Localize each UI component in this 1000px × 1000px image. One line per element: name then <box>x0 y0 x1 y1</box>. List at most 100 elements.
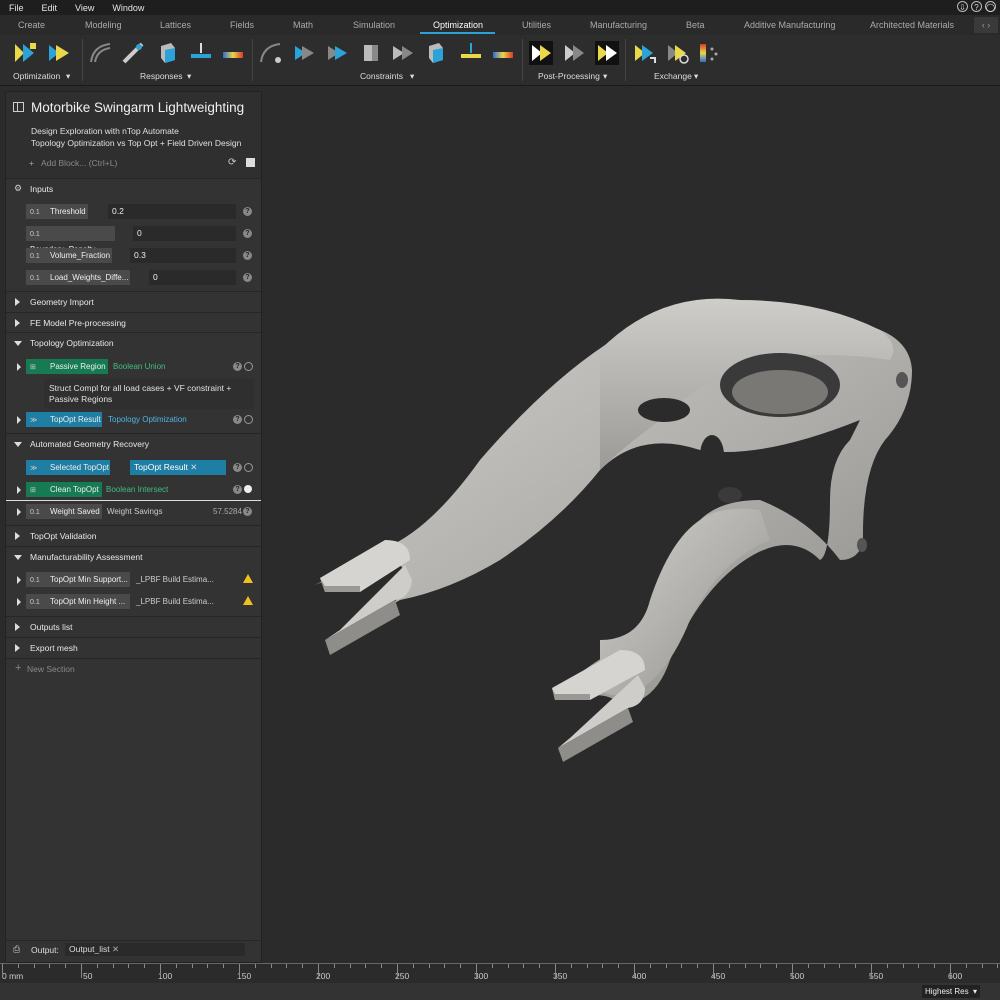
add-block-button[interactable]: Add Block... (Ctrl+L) <box>41 158 117 168</box>
section-manufacturability[interactable]: Manufacturability Assessment <box>6 546 261 567</box>
visibility-toggle[interactable] <box>244 415 253 424</box>
group-constraints[interactable]: Constraints <box>360 71 403 81</box>
help-icon[interactable]: ? <box>233 485 242 494</box>
constraint-design-icon[interactable] <box>292 40 318 66</box>
boundary-penalty-input[interactable]: 0 <box>133 226 236 241</box>
postprocess-field-icon[interactable] <box>594 40 620 66</box>
new-section-button[interactable]: + New Section <box>6 658 261 679</box>
displacement-icon[interactable] <box>120 40 146 66</box>
section-export-mesh[interactable]: Export mesh <box>6 637 261 658</box>
tab-scroll-icon[interactable]: ‹ › <box>974 17 998 33</box>
menu-edit[interactable]: Edit <box>33 3 67 13</box>
add-icon[interactable]: + <box>29 158 34 168</box>
section-automated-geometry-recovery[interactable]: Automated Geometry Recovery <box>6 433 261 454</box>
constraint-symmetry-icon[interactable] <box>390 40 416 66</box>
constraint-load-icon[interactable] <box>325 40 351 66</box>
remove-icon[interactable]: ✕ <box>190 462 197 472</box>
tab-create[interactable]: Create <box>18 20 45 30</box>
menu-window[interactable]: Window <box>103 3 153 13</box>
visibility-toggle[interactable] <box>244 463 253 472</box>
expand-icon[interactable] <box>17 598 21 606</box>
group-exchange[interactable]: Exchange <box>654 71 692 81</box>
download-icon[interactable]: ⇩ <box>957 1 968 12</box>
tab-lattices[interactable]: Lattices <box>160 20 191 30</box>
tab-simulation[interactable]: Simulation <box>353 20 395 30</box>
expand-icon[interactable] <box>17 508 21 516</box>
compliance-icon[interactable] <box>155 40 181 66</box>
block-chip[interactable]: 0.1 Weight Saved <box>26 504 102 519</box>
tab-additive-manufacturing[interactable]: Additive Manufacturing <box>744 20 836 30</box>
notebook-title[interactable]: Motorbike Swingarm Lightweighting <box>31 100 244 115</box>
3d-viewport[interactable] <box>262 86 1000 963</box>
help-icon[interactable]: ? <box>233 415 242 424</box>
help-icon[interactable]: ? <box>971 1 982 12</box>
constraint-body-icon[interactable] <box>358 40 384 66</box>
menu-view[interactable]: View <box>66 3 103 13</box>
expand-icon[interactable] <box>17 416 21 424</box>
block-chip[interactable]: ⊞ Passive Region <box>26 359 108 374</box>
notebook-icon[interactable] <box>13 102 24 112</box>
expand-icon[interactable] <box>17 363 21 371</box>
help-icon[interactable]: ? <box>233 362 242 371</box>
save-icon[interactable] <box>246 158 255 167</box>
export-topopt-icon[interactable] <box>632 40 658 66</box>
tab-optimization[interactable]: Optimization <box>433 20 483 30</box>
remove-icon[interactable]: ✕ <box>112 944 119 954</box>
mesh-response-icon[interactable] <box>88 40 114 66</box>
block-chip[interactable]: 0.1 TopOpt Min Height ... <box>26 594 130 609</box>
expand-icon[interactable] <box>17 576 21 584</box>
export-field-icon[interactable] <box>697 40 723 66</box>
section-outputs-list[interactable]: Outputs list <box>6 616 261 637</box>
account-icon[interactable]: ◯ <box>985 1 996 12</box>
constraint-region-icon[interactable] <box>423 40 449 66</box>
help-icon[interactable]: ? <box>243 251 252 260</box>
tab-manufacturing[interactable]: Manufacturing <box>590 20 647 30</box>
block-chip[interactable]: ⊞ Clean TopOpt <box>26 482 102 497</box>
block-chip[interactable]: ≫ Selected TopOpt <box>26 460 110 475</box>
block-chip[interactable]: 0.1 TopOpt Min Support... <box>26 572 130 587</box>
group-post-processing[interactable]: Post-Processing <box>538 71 600 81</box>
section-topopt-validation[interactable]: TopOpt Validation <box>6 525 261 546</box>
menu-file[interactable]: File <box>0 3 33 13</box>
tab-beta[interactable]: Beta <box>686 20 705 30</box>
help-icon[interactable]: ? <box>243 229 252 238</box>
block-chip[interactable]: ≫ TopOpt Result <box>26 412 102 427</box>
warning-icon[interactable] <box>243 596 253 605</box>
swingarm-model[interactable] <box>262 86 1000 963</box>
section-geometry-import[interactable]: Geometry Import <box>6 291 261 312</box>
tab-utilities[interactable]: Utilities <box>522 20 551 30</box>
section-fe-model[interactable]: FE Model Pre-processing <box>6 312 261 333</box>
load-weights-input[interactable]: 0 <box>149 270 236 285</box>
export-mesh-icon[interactable] <box>665 40 691 66</box>
constraint-stress-icon[interactable] <box>490 40 516 66</box>
help-icon[interactable]: ? <box>243 273 252 282</box>
tab-math[interactable]: Math <box>293 20 313 30</box>
warning-icon[interactable] <box>243 574 253 583</box>
stress-response-icon[interactable] <box>220 40 246 66</box>
generative-design-icon[interactable] <box>46 40 72 66</box>
resolution-select[interactable]: Highest Res ▾ <box>922 985 980 998</box>
constraint-mesh-icon[interactable] <box>258 40 284 66</box>
output-field[interactable]: Output_list ✕ <box>65 943 245 956</box>
threshold-input[interactable]: 0.2 <box>108 204 236 219</box>
group-responses[interactable]: Responses <box>140 71 183 81</box>
postprocess-threshold-icon[interactable] <box>561 40 587 66</box>
input-chip[interactable]: 0.1 Threshold <box>26 204 88 219</box>
input-chip[interactable]: 0.1 Load_Weights_Diffe... <box>26 270 130 285</box>
volume-response-icon[interactable] <box>188 40 214 66</box>
input-chip[interactable]: 0.1 Volume_Fraction <box>26 248 112 263</box>
help-icon[interactable]: ? <box>243 507 252 516</box>
group-optimization[interactable]: Optimization <box>13 71 60 81</box>
help-icon[interactable]: ? <box>243 207 252 216</box>
selected-topopt-value[interactable]: TopOpt Result ✕ <box>130 460 226 475</box>
input-chip[interactable]: 0.1Boundary_Penalty <box>26 226 115 254</box>
tab-architected-materials[interactable]: Architected Materials <box>870 20 954 30</box>
refresh-icon[interactable]: ⟳ <box>228 157 236 168</box>
topology-optimization-icon[interactable] <box>12 40 38 66</box>
tab-fields[interactable]: Fields <box>230 20 254 30</box>
volume-fraction-input[interactable]: 0.3 <box>130 248 236 263</box>
section-inputs[interactable]: ⚙ Inputs <box>6 178 261 199</box>
tab-modeling[interactable]: Modeling <box>85 20 122 30</box>
expand-icon[interactable] <box>17 486 21 494</box>
visibility-toggle[interactable] <box>244 485 252 493</box>
